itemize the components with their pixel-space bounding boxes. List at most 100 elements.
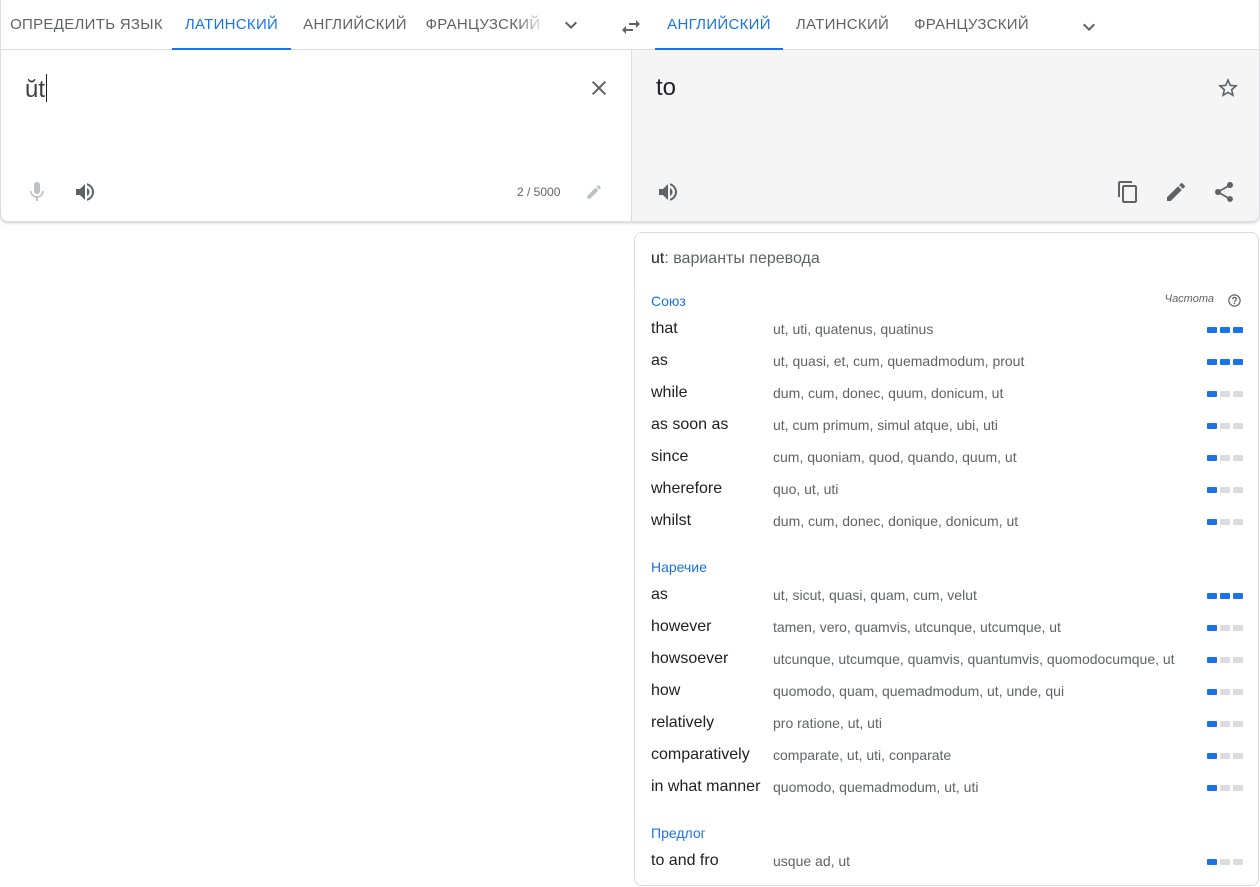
frequency-bar — [1207, 753, 1217, 759]
mic-icon[interactable] — [23, 178, 51, 206]
tab-source-latin[interactable]: ЛАТИНСКИЙ — [172, 0, 291, 50]
part-of-speech-heading: Предлог — [651, 825, 706, 841]
frequency-bar — [1207, 689, 1217, 695]
dictionary-entry-row: as ut, sicut, quasi, quam, cum, velut — [635, 586, 1258, 618]
tab-target-french[interactable]: ФРАНЦУЗСКИЙ — [902, 0, 1041, 49]
frequency-bar — [1233, 785, 1243, 791]
copy-icon[interactable] — [1114, 178, 1142, 206]
pencil-icon[interactable] — [583, 181, 605, 203]
chevron-down-icon[interactable] — [1075, 13, 1103, 41]
speaker-icon[interactable] — [654, 178, 682, 206]
dictionary-entry-row: since cum, quoniam, quod, quando, quum, u… — [635, 448, 1258, 480]
text-cursor — [46, 74, 48, 102]
tab-source-french[interactable]: ФРАНЦУЗСКИЙ — [419, 0, 547, 49]
dictionary-entry-row: wherefore quo, ut, uti — [635, 480, 1258, 512]
frequency-bar — [1220, 359, 1230, 365]
frequency-bar — [1233, 859, 1243, 865]
frequency-indicator — [1207, 423, 1243, 429]
entry-reverse-translations: ut, cum primum, simul atque, ubi, uti — [773, 417, 998, 433]
frequency-bar — [1220, 519, 1230, 525]
frequency-bar — [1220, 657, 1230, 663]
frequency-bar — [1220, 753, 1230, 759]
entry-word[interactable]: relatively — [651, 714, 714, 732]
entry-word[interactable]: as soon as — [651, 416, 728, 434]
entry-reverse-translations: comparate, ut, uti, conparate — [773, 747, 952, 763]
frequency-bar — [1233, 455, 1243, 461]
entry-word[interactable]: that — [651, 320, 678, 338]
translation-output: to — [656, 74, 677, 101]
entry-word[interactable]: while — [651, 384, 687, 402]
frequency-indicator — [1207, 519, 1243, 525]
entry-word[interactable]: to and fro — [651, 852, 719, 870]
source-text-input[interactable]: ŭt — [25, 74, 48, 104]
frequency-label: Частота — [1164, 293, 1214, 305]
frequency-bar — [1207, 423, 1217, 429]
frequency-indicator — [1207, 785, 1243, 791]
frequency-bar — [1207, 657, 1217, 663]
frequency-bar — [1220, 859, 1230, 865]
frequency-bar — [1233, 359, 1243, 365]
entry-reverse-translations: ut, quasi, et, cum, quemadmodum, prout — [773, 353, 1025, 369]
swap-icon[interactable] — [617, 13, 645, 41]
frequency-bar — [1220, 721, 1230, 727]
entry-word[interactable]: as — [651, 352, 668, 370]
dictionary-title: ut: варианты перевода — [651, 250, 820, 268]
frequency-indicator — [1207, 487, 1243, 493]
entry-word[interactable]: in what manner — [651, 778, 760, 796]
frequency-bar — [1220, 785, 1230, 791]
frequency-bar — [1220, 327, 1230, 333]
frequency-bar — [1233, 721, 1243, 727]
frequency-bar — [1207, 519, 1217, 525]
star-icon[interactable] — [1214, 74, 1242, 102]
entry-reverse-translations: dum, cum, donec, donique, donicum, ut — [773, 513, 1019, 529]
dictionary-card: ut: варианты перевода Частота Союз that ut… — [634, 232, 1259, 886]
dictionary-entry-row: to and fro usque ad, ut — [635, 852, 1258, 884]
speaker-icon[interactable] — [71, 178, 99, 206]
frequency-bar — [1207, 625, 1217, 631]
translation-card: ОПРЕДЕЛИТЬ ЯЗЫК ЛАТИНСКИЙ АНГЛИЙСКИЙ ФРА… — [0, 0, 1260, 222]
pencil-icon[interactable] — [1162, 178, 1190, 206]
entry-reverse-translations: dum, cum, donec, quum, donicum, ut — [773, 385, 1004, 401]
entry-word[interactable]: how — [651, 682, 680, 700]
target-pane: to — [631, 50, 1259, 221]
source-pane: ŭt 2 / 5000 — [1, 50, 631, 221]
entry-word[interactable]: howsoever — [651, 650, 728, 668]
frequency-bar — [1207, 455, 1217, 461]
entry-word[interactable]: as — [651, 586, 668, 604]
frequency-bar — [1207, 859, 1217, 865]
frequency-bar — [1207, 487, 1217, 493]
tab-target-english[interactable]: АНГЛИЙСКИЙ — [655, 0, 783, 50]
dictionary-entry-row: that ut, uti, quatenus, quatinus — [635, 320, 1258, 352]
help-circle-icon[interactable] — [1226, 292, 1242, 308]
entry-word[interactable]: whilst — [651, 512, 691, 530]
entry-reverse-translations: tamen, vero, quamvis, utcunque, utcumque… — [773, 619, 1061, 635]
frequency-indicator — [1207, 625, 1243, 631]
frequency-bar — [1220, 593, 1230, 599]
chevron-down-icon[interactable] — [557, 11, 585, 39]
frequency-indicator — [1207, 391, 1243, 397]
frequency-bar — [1220, 487, 1230, 493]
frequency-bar — [1220, 423, 1230, 429]
tab-detect-language[interactable]: ОПРЕДЕЛИТЬ ЯЗЫК — [1, 0, 172, 49]
entry-reverse-translations: quomodo, quam, quemadmodum, ut, unde, qu… — [773, 683, 1065, 699]
tab-target-latin[interactable]: ЛАТИНСКИЙ — [783, 0, 902, 49]
entry-reverse-translations: quomodo, quemadmodum, ut, uti — [773, 779, 979, 795]
entry-word[interactable]: wherefore — [651, 480, 722, 498]
entry-reverse-translations: usque ad, ut — [773, 853, 851, 869]
dictionary-word: ut — [651, 250, 665, 267]
entry-reverse-translations: quo, ut, uti — [773, 481, 839, 497]
close-icon[interactable] — [585, 74, 613, 102]
frequency-bar — [1233, 423, 1243, 429]
frequency-bar — [1233, 753, 1243, 759]
entry-reverse-translations: pro ratione, ut, uti — [773, 715, 882, 731]
entry-word[interactable]: comparatively — [651, 746, 750, 764]
frequency-indicator — [1207, 593, 1243, 599]
dictionary-entry-row: relatively pro ratione, ut, uti — [635, 714, 1258, 746]
tab-source-english[interactable]: АНГЛИЙСКИЙ — [291, 0, 419, 49]
share-icon[interactable] — [1210, 178, 1238, 206]
entry-word[interactable]: however — [651, 618, 711, 636]
dictionary-entry-row: as soon as ut, cum primum, simul atque, u… — [635, 416, 1258, 448]
frequency-indicator — [1207, 859, 1243, 865]
dictionary-entry-row: howsoever utcunque, utcumque, quamvis, qu… — [635, 650, 1258, 682]
entry-word[interactable]: since — [651, 448, 688, 466]
